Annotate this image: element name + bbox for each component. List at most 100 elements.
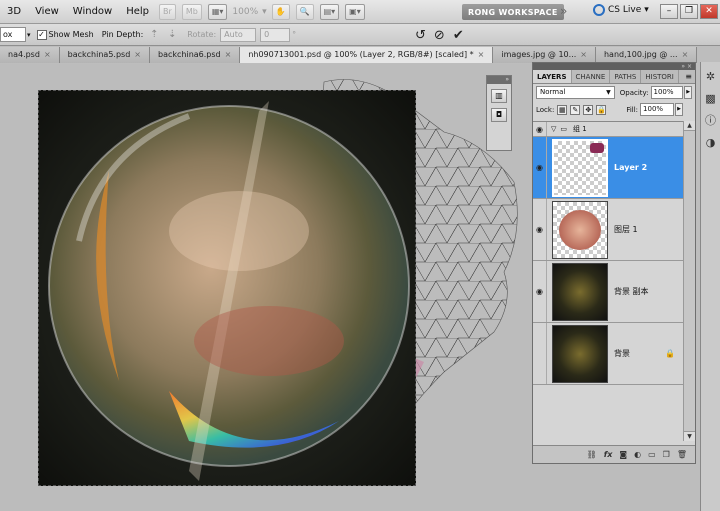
tab-images[interactable]: images.jpg @ 10... × (493, 47, 596, 63)
layer-thumbnail (552, 138, 608, 197)
show-mesh-checkbox[interactable]: ✓ (36, 29, 47, 40)
cslive-logo-icon (593, 4, 605, 16)
close-icon[interactable]: × (44, 50, 51, 59)
tab-na4[interactable]: na4.psd × (0, 47, 60, 63)
close-icon[interactable]: × (478, 50, 485, 59)
layer-row-background[interactable]: ◉ 背景 🔒 (533, 323, 683, 385)
opacity-input[interactable]: 100% (650, 86, 684, 99)
minibridge-button[interactable]: Mb (181, 3, 202, 20)
show-mesh-toggle[interactable]: ✓ Show Mesh (36, 29, 94, 40)
tab-label: images.jpg @ 10... (501, 50, 577, 59)
angle-input[interactable]: 0 (260, 27, 291, 42)
group-expand-icon[interactable]: ▽ (551, 125, 556, 133)
new-layer-icon[interactable]: ❐ (663, 450, 670, 459)
zoom-dropdown-icon[interactable]: ▾ (262, 7, 267, 17)
close-icon[interactable]: × (134, 50, 141, 59)
cancel-icon[interactable]: ⊘ (434, 28, 445, 43)
fill-input[interactable]: 100% (640, 103, 675, 116)
menu-window[interactable]: Window (66, 6, 119, 17)
hand-tool-button[interactable]: ✋ (271, 3, 290, 20)
layer-row-background-copy[interactable]: ◉ 背景 副本 (533, 261, 683, 323)
minimize-button[interactable]: – (660, 4, 678, 19)
tab-backchina5[interactable]: backchina5.psd × (59, 47, 150, 63)
layer-row-layer1[interactable]: ◉ 图层 1 (533, 199, 683, 261)
close-button[interactable]: ✕ (700, 4, 718, 19)
lock-image-icon[interactable]: ✎ (570, 104, 581, 115)
workspace-more-icon[interactable]: » (560, 4, 567, 18)
scroll-down-icon[interactable]: ▼ (684, 431, 695, 441)
close-icon[interactable]: × (225, 50, 232, 59)
layer-row-layer2[interactable]: ◉ Layer 2 (533, 137, 683, 199)
tools-icon[interactable]: ✲ (704, 70, 718, 84)
opacity-slider-icon[interactable]: ▶ (684, 86, 692, 99)
dock-collapse-icon[interactable]: » (487, 76, 511, 84)
fx-icon[interactable]: fx (604, 450, 613, 459)
eye-hidden-icon[interactable]: ◉ (533, 323, 547, 384)
tab-nh090713001[interactable]: nh090713001.psd @ 100% (Layer 2, RGB/8#)… (240, 47, 494, 63)
menu-view[interactable]: View (28, 6, 66, 17)
view-extras-button[interactable]: ▦▾ (207, 3, 228, 20)
pin-forward-icon[interactable]: ⇡ (147, 28, 161, 42)
info-panel-icon[interactable]: ◘ (491, 108, 507, 122)
fill-slider-icon[interactable]: ▶ (675, 103, 684, 116)
adjustments-icon[interactable]: ◑ (704, 136, 718, 150)
close-icon[interactable]: × (682, 50, 689, 59)
screen-mode-button[interactable]: ▣▾ (345, 3, 365, 20)
lock-transparency-icon[interactable]: ▦ (557, 104, 568, 115)
tab-history[interactable]: HISTORI (641, 70, 679, 83)
eye-icon[interactable]: ◉ (533, 261, 547, 322)
swatches-icon[interactable]: ▩ (704, 92, 718, 106)
panel-tabs: LAYERS CHANNE PATHS HISTORI ≡ (533, 70, 695, 84)
layer-list-scrollbar[interactable]: ▲ ▼ (683, 121, 695, 441)
info-icon[interactable]: ⓘ (704, 114, 718, 128)
eye-icon[interactable]: ◉ (533, 137, 547, 198)
layer-thumbnail (552, 324, 608, 383)
pin-backward-icon[interactable]: ⇣ (165, 28, 179, 42)
blend-mode-select[interactable]: Normal ▼ (536, 86, 615, 99)
eye-icon[interactable]: ◉ (533, 122, 547, 136)
scroll-up-icon[interactable]: ▲ (684, 121, 695, 131)
blend-row: Normal ▼ Opacity: 100% ▶ (533, 84, 695, 101)
tab-channels[interactable]: CHANNE (572, 70, 611, 83)
tab-hand[interactable]: hand,100.jpg @ ... × (595, 47, 698, 63)
lock-all-icon[interactable]: 🔒 (596, 104, 607, 115)
document-canvas[interactable] (38, 90, 416, 486)
tab-layers[interactable]: LAYERS (533, 70, 572, 83)
tab-backchina6[interactable]: backchina6.psd × (149, 47, 241, 63)
zoom-level[interactable]: 100% (232, 7, 258, 17)
workspace-switcher[interactable]: RONG WORKSPACE (462, 4, 564, 20)
menu-3d[interactable]: 3D (0, 6, 28, 17)
show-mesh-label: Show Mesh (48, 30, 94, 39)
layer-name: 图层 1 (614, 225, 638, 234)
layer-group-row[interactable]: ◉ ▽ ▭ 组 1 (533, 122, 683, 137)
adjustment-icon[interactable]: ◐ (634, 450, 641, 459)
bridge-button[interactable]: Br (159, 3, 176, 20)
navigator-panel-icon[interactable]: ▥ (491, 89, 507, 103)
mode-select[interactable]: ox (0, 27, 26, 42)
reset-rotate-icon[interactable]: ↺ (415, 28, 426, 43)
lock-position-icon[interactable]: ✥ (583, 104, 594, 115)
arrange-documents-button[interactable]: ▤▾ (319, 3, 340, 20)
panel-menu-icon[interactable]: ≡ (685, 70, 695, 83)
commit-check-icon[interactable]: ✔ (453, 28, 464, 43)
rotate-select[interactable]: Auto (220, 27, 257, 42)
cslive-menu[interactable]: CS Live ▾ (593, 4, 649, 16)
mode-chevron-icon[interactable]: ▾ (27, 31, 31, 39)
zoom-tool-button[interactable]: 🔍 (295, 3, 314, 20)
restore-button[interactable]: ❐ (680, 4, 698, 19)
menu-help[interactable]: Help (119, 6, 156, 17)
tab-paths[interactable]: PATHS (610, 70, 642, 83)
lock-label: Lock: (536, 105, 555, 114)
layers-panel: » × LAYERS CHANNE PATHS HISTORI ≡ Normal… (532, 62, 696, 464)
mask-icon[interactable]: ◙ (619, 450, 627, 459)
fill-label: Fill: (626, 105, 639, 114)
close-icon[interactable]: × (580, 50, 587, 59)
new-group-icon[interactable]: ▭ (648, 450, 656, 459)
panel-collapse-icon[interactable]: » × (533, 63, 695, 70)
layer-list: ◉ ▽ ▭ 组 1 ◉ Layer 2 ◉ 图层 1 ◉ 背景 副本 ◉ (533, 121, 683, 441)
eye-icon[interactable]: ◉ (533, 199, 547, 260)
trash-icon[interactable]: 🗑 (677, 450, 687, 459)
collapsed-panel-dock: » ▥ ◘ (486, 75, 512, 151)
link-icon[interactable]: ⛓ (587, 450, 597, 459)
folder-icon: ▭ (560, 125, 568, 133)
